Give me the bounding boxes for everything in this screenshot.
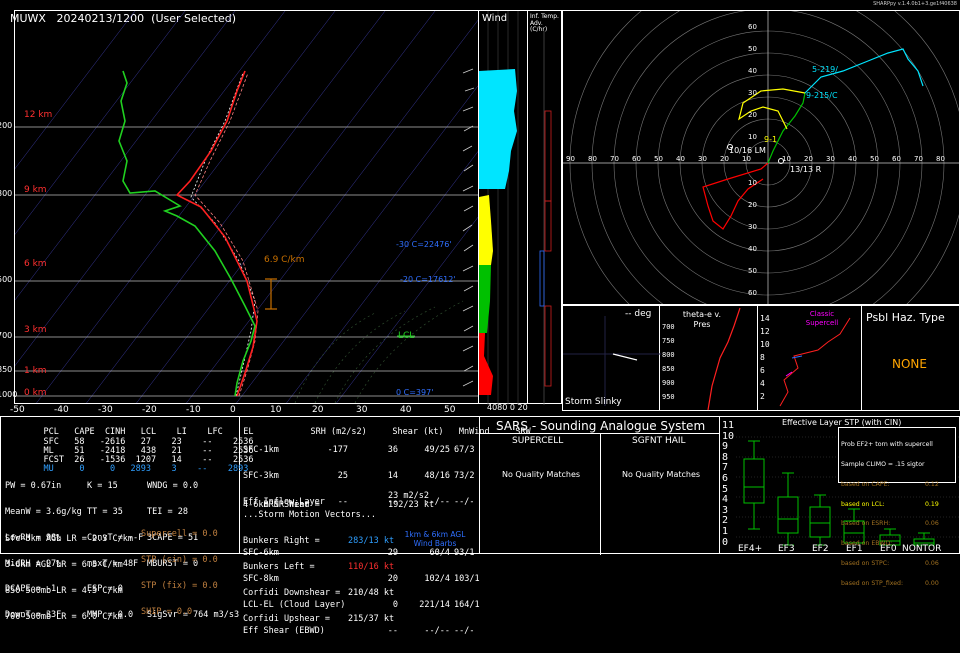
height-label-0km: 0 km xyxy=(24,388,47,398)
wind-panel-title: Wind xyxy=(482,13,508,24)
skewt-svg xyxy=(15,11,478,403)
thermo-params: Supercell = 0.0 STP (cin) = 0.0 STP (fix… xyxy=(141,529,218,617)
temperature-trace xyxy=(175,70,258,397)
pres-ticks: 700 750 800 850 900 950 xyxy=(662,323,675,401)
pressure-label-200: 200 xyxy=(0,121,13,130)
sars-hail-title: SGFNT HAIL xyxy=(632,436,686,446)
height-label-12km: 12 km xyxy=(24,110,53,120)
hodo-label-yellow: 9-1 xyxy=(764,135,778,144)
height-ticks: 14 12 10 8 6 4 2 xyxy=(760,314,770,401)
version-label: SHARPpy v.1.4.0b1+3.ge1f40638 xyxy=(873,1,957,7)
iso-label-0: 0 C=397' xyxy=(396,388,434,397)
sars-panel[interactable]: SARS - Sounding Analogue System SUPERCEL… xyxy=(480,416,720,555)
sars-hail-value: No Quality Matches xyxy=(622,470,701,479)
temp-axis-labels: -50 -40 -30 -20 -10 0 10 20 30 40 50 xyxy=(10,405,456,415)
psbl-haz-title: Psbl Haz. Type xyxy=(866,311,945,324)
lapse-rate-label: 6.9 C/km xyxy=(264,255,305,265)
stp-legend: Prob EF2+ torn with supercell Sample CLI… xyxy=(838,427,956,586)
moist-adiabats xyxy=(294,300,464,403)
hodo-label-rm: 13/13 R xyxy=(790,165,822,174)
pressure-label-700: 700 xyxy=(0,331,13,340)
stp-title: Effective Layer STP (with CIN) xyxy=(782,418,902,427)
sars-title: SARS - Sounding Analogue System xyxy=(496,419,706,433)
pressure-label-500: 500 xyxy=(0,275,13,284)
isotherms xyxy=(15,11,478,403)
temp-advection-svg xyxy=(539,31,552,405)
hodograph-ring-labels: 10 20 30 40 50 60 10 20 30 40 50 60 70 8… xyxy=(566,23,945,297)
wind-panel-bottom: 4080 0 20 xyxy=(487,403,528,412)
psbl-haz-panel[interactable]: Psbl Haz. Type NONE xyxy=(862,305,960,411)
iso-label-m20: -20 C=17612' xyxy=(400,275,456,284)
pressure-label-1000: 1000 xyxy=(0,390,18,399)
vectors-title: ...Storm Motion Vectors... xyxy=(243,510,377,520)
storm-slinky-panel[interactable]: -- deg Storm Slinky xyxy=(562,305,661,411)
hodo-label-cyan1: 5-219/ xyxy=(812,65,838,74)
iso-label-m30: -30 C=22476' xyxy=(396,240,452,249)
thermo-panel[interactable]: PCL CAPE CINH LCL LI LFC EL SFC 58 -2616… xyxy=(0,416,253,621)
barb-legend: 1km & 6km AGL Wind Barbs xyxy=(404,530,466,548)
stp-yticks: 11 10 9 8 7 6 5 4 3 2 1 0 xyxy=(722,420,735,548)
sr-wind: 4-6km SR Wind = xyxy=(243,500,320,510)
temp-advection-panel[interactable]: Inf. Temp. Adv. (C/hr) xyxy=(528,10,562,405)
hodo-label-lm: 10/16 LM xyxy=(729,146,766,155)
storm-slinky-label: Storm Slinky xyxy=(565,397,622,407)
lcl-label: LCL xyxy=(398,331,415,341)
wind-speed-green xyxy=(479,265,491,333)
vector-labels: Bunkers Right = Bunkers Left = Corfidi D… xyxy=(243,536,341,624)
thermo-lapse-rates: Sfc-3km AGL LR = 2.3 C/km 3-6km AGL LR =… xyxy=(5,534,133,622)
vector-values: 283/13 kt 110/16 kt 210/48 kt 215/37 kt xyxy=(348,536,395,624)
dewpoint-trace xyxy=(118,70,256,397)
sars-supercell-value: No Quality Matches xyxy=(502,470,581,479)
wind-speed-yellow xyxy=(479,195,493,265)
pressure-label-300: 300 xyxy=(0,189,13,198)
isobars xyxy=(15,126,478,397)
kinematic-panel[interactable]: SRH (m2/s2) Shear (kt) MnWind SRW SFC-1k… xyxy=(240,416,531,635)
sars-supercell-title: SUPERCELL xyxy=(512,436,564,446)
deg-title: -- deg xyxy=(625,309,652,319)
wind-speed-panel[interactable] xyxy=(479,10,528,405)
psbl-haz-value: NONE xyxy=(892,357,927,371)
classic-supercell-label: Classic Supercell xyxy=(805,310,839,328)
height-label-6km: 6 km xyxy=(24,259,47,269)
theta-e-label: theta-e v. Pres xyxy=(682,310,722,330)
wind-speed-red xyxy=(479,333,493,395)
temp-advection-title: Inf. Temp. Adv. (C/hr) xyxy=(530,13,559,34)
wind-speed-svg xyxy=(479,11,519,405)
height-label-3km: 3 km xyxy=(24,325,47,335)
pressure-label-850: 850 xyxy=(0,365,13,374)
height-label-9km: 9 km xyxy=(24,185,47,195)
skewt-panel[interactable] xyxy=(14,10,479,404)
wind-barbs xyxy=(462,68,475,387)
theta-e-panel[interactable]: theta-e v. Pres 700 750 800 850 900 950 xyxy=(660,305,758,411)
wind-speed-cyan xyxy=(479,69,517,189)
height-label-1km: 1 km xyxy=(24,366,47,376)
sr-wind-value: 192/23 kt xyxy=(388,500,435,510)
stp-panel[interactable]: Effective Layer STP (with CIN) 11 10 9 8… xyxy=(720,416,960,586)
vrot-panel[interactable]: 14 12 10 8 6 4 2 Classic Supercell xyxy=(758,305,862,411)
hodo-label-cyan2: 9-215/C xyxy=(806,91,838,100)
